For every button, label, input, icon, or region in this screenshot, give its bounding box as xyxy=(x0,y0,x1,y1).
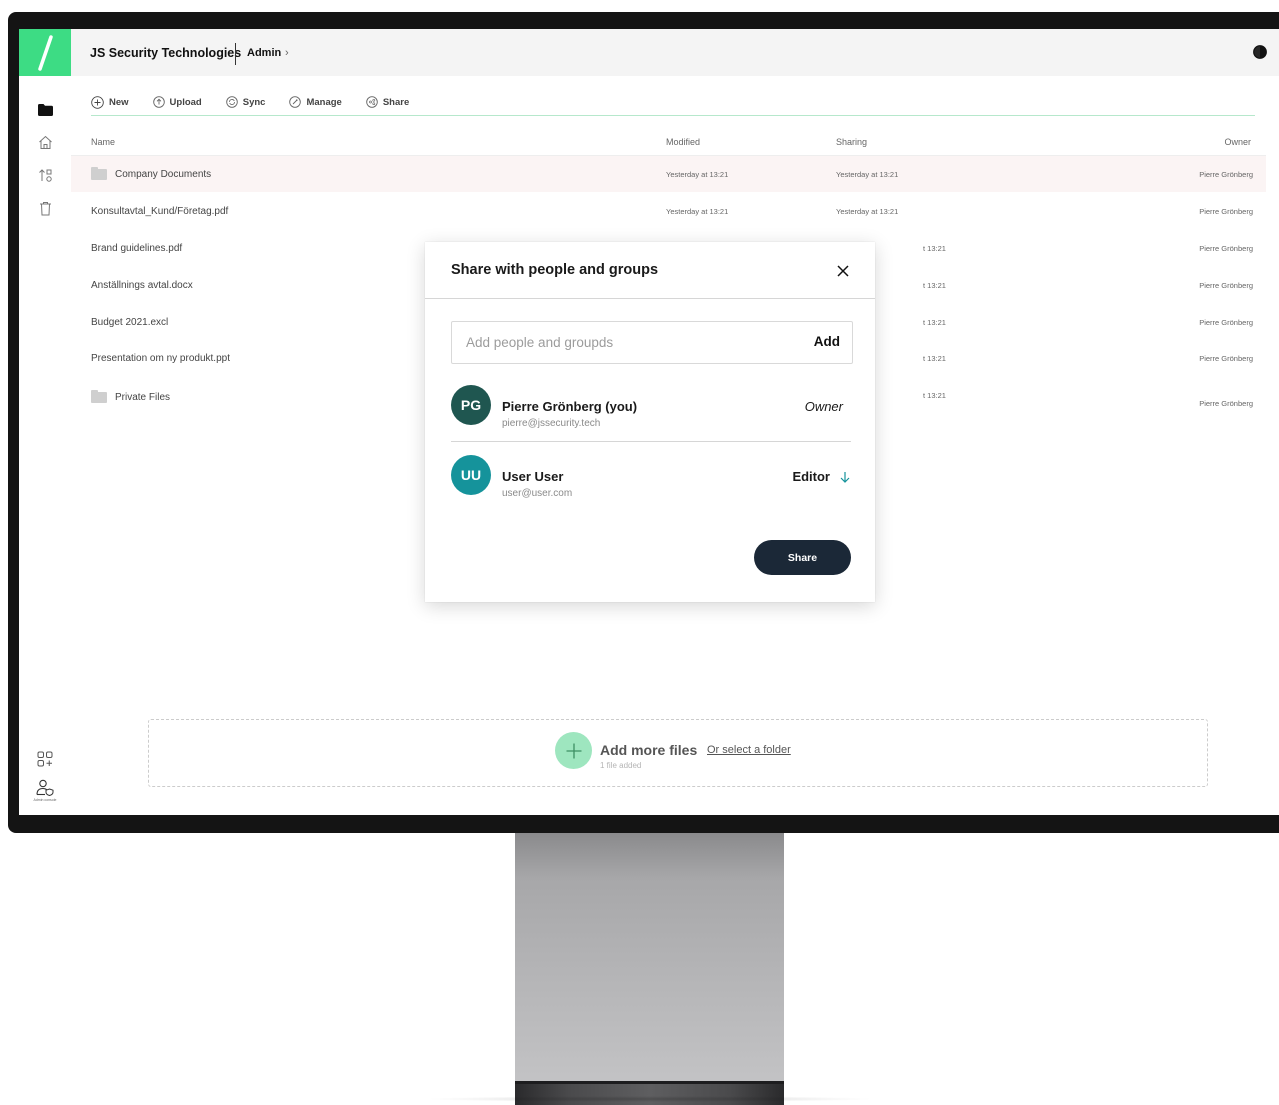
share-toolbar-button[interactable]: Share xyxy=(366,96,409,108)
column-header-modified[interactable]: Modified xyxy=(666,137,700,147)
header-divider xyxy=(235,43,236,65)
file-name: Anställnings avtal.docx xyxy=(91,279,193,291)
upload-label: Upload xyxy=(169,96,202,108)
trash-icon[interactable] xyxy=(35,198,55,218)
file-name: Budget 2021.excl xyxy=(91,316,169,328)
monitor-shadow xyxy=(425,1096,875,1102)
file-name: Konsultavtal_Kund/Företag.pdf xyxy=(91,205,229,217)
table-row[interactable]: Konsultavtal_Kund/Företag.pdf Yesterday … xyxy=(71,193,1266,229)
modified-cell: Yesterday at 13:21 xyxy=(666,206,729,216)
sharing-cell: t 13:21 xyxy=(923,353,946,363)
person-row-owner: PG Pierre Grönberg (you) pierre@jssecuri… xyxy=(451,385,851,433)
owner-cell: Pierre Grönberg xyxy=(1199,353,1253,363)
owner-cell: Pierre Grönberg xyxy=(1199,317,1253,327)
modified-cell: Yesterday at 13:21 xyxy=(666,169,729,179)
plus-icon xyxy=(566,743,581,758)
role-label: Owner xyxy=(804,399,843,414)
sharing-cell: Yesterday at 13:21 xyxy=(836,169,899,179)
file-name: Brand guidelines.pdf xyxy=(91,242,183,254)
upload-button[interactable]: Upload xyxy=(152,96,202,108)
toolbar: New Upload Sync Manage Share xyxy=(91,94,433,110)
app-screen: Admin console JS Security Technologies A… xyxy=(19,29,1279,815)
file-name-cell: Company Documents xyxy=(91,156,211,192)
sharing-cell: t 13:21 xyxy=(923,280,946,290)
sync-icon xyxy=(225,96,238,108)
sync-button[interactable]: Sync xyxy=(225,96,266,108)
folder-icon xyxy=(91,166,107,180)
owner-cell: Pierre Grönberg xyxy=(1199,398,1253,408)
new-label: New xyxy=(109,96,129,108)
manage-label: Manage xyxy=(306,96,342,108)
file-name: Presentation om ny produkt.ppt xyxy=(91,352,230,364)
sharing-cell: t 13:21 xyxy=(923,317,946,327)
folder-icon xyxy=(91,389,107,403)
column-header-sharing[interactable]: Sharing xyxy=(836,137,867,147)
close-icon[interactable] xyxy=(835,263,851,279)
sharing-cell: t 13:21 xyxy=(923,243,946,253)
admin-console-icon[interactable] xyxy=(35,777,55,797)
breadcrumb-chevron-icon: › xyxy=(285,47,289,59)
file-name-cell: Private Files xyxy=(91,379,170,415)
share-dialog: Share with people and groups Add PG Pier… xyxy=(425,242,875,602)
manage-icon xyxy=(289,96,302,108)
column-header-name[interactable]: Name xyxy=(91,137,115,147)
add-files-button[interactable] xyxy=(555,732,592,769)
avatar: PG xyxy=(451,385,491,425)
share-icon xyxy=(366,96,378,108)
person-email: pierre@jssecurity.tech xyxy=(502,418,601,429)
new-button[interactable]: New xyxy=(91,95,129,109)
upload-icon xyxy=(152,96,165,108)
share-input-container: Add xyxy=(451,321,853,364)
breadcrumb-admin[interactable]: Admin xyxy=(247,47,281,59)
table-row[interactable]: Company Documents Yesterday at 13:21 Yes… xyxy=(71,156,1266,192)
arrow-down-icon xyxy=(840,471,850,483)
sharing-cell: Yesterday at 13:21 xyxy=(836,206,899,216)
sort-icon[interactable] xyxy=(35,165,55,185)
role-dropdown[interactable]: Editor xyxy=(792,469,851,484)
manage-button[interactable]: Manage xyxy=(289,96,342,108)
add-people-input[interactable] xyxy=(466,322,786,363)
slash-logo-icon xyxy=(38,34,53,71)
sharing-cell: t 13:21 xyxy=(923,390,946,400)
file-name: Company Documents xyxy=(115,168,212,180)
share-label: Share xyxy=(382,96,410,108)
add-more-files-label[interactable]: Add more files xyxy=(600,742,697,758)
person-name: User User xyxy=(502,469,564,484)
role-label: Editor xyxy=(792,469,830,484)
column-header-owner[interactable]: Owner xyxy=(1224,137,1251,147)
left-rail: Admin console xyxy=(19,29,71,815)
theme-toggle-icon[interactable] xyxy=(1253,45,1267,59)
person-email: user@user.com xyxy=(502,488,573,499)
share-button[interactable]: Share xyxy=(754,540,851,575)
select-folder-link[interactable]: Or select a folder xyxy=(707,744,791,756)
dialog-title: Share with people and groups xyxy=(451,262,659,278)
files-added-count: 1 file added xyxy=(600,761,642,770)
file-name: Private Files xyxy=(115,391,171,403)
org-name: JS Security Technologies xyxy=(90,46,242,60)
owner-cell: Pierre Grönberg xyxy=(1199,243,1253,253)
monitor-stand xyxy=(515,833,784,1085)
apps-add-icon[interactable] xyxy=(35,749,55,769)
plus-circle-icon xyxy=(91,95,104,109)
add-button[interactable]: Add xyxy=(814,334,840,349)
folder-icon[interactable] xyxy=(35,100,55,120)
owner-cell: Pierre Grönberg xyxy=(1199,169,1253,179)
person-row-editor: UU User User user@user.com Editor xyxy=(451,455,851,503)
avatar: UU xyxy=(451,455,491,495)
admin-console-label: Admin console xyxy=(33,798,57,802)
owner-cell: Pierre Grönberg xyxy=(1199,280,1253,290)
top-bar: JS Security Technologies Admin › xyxy=(71,29,1279,76)
home-icon[interactable] xyxy=(35,132,55,152)
dialog-divider xyxy=(425,298,875,299)
sync-label: Sync xyxy=(242,96,266,108)
owner-cell: Pierre Grönberg xyxy=(1199,206,1253,216)
person-divider xyxy=(451,441,851,442)
person-name: Pierre Grönberg (you) xyxy=(502,399,638,414)
toolbar-underline xyxy=(91,115,1255,116)
brand-logo[interactable] xyxy=(19,29,71,76)
